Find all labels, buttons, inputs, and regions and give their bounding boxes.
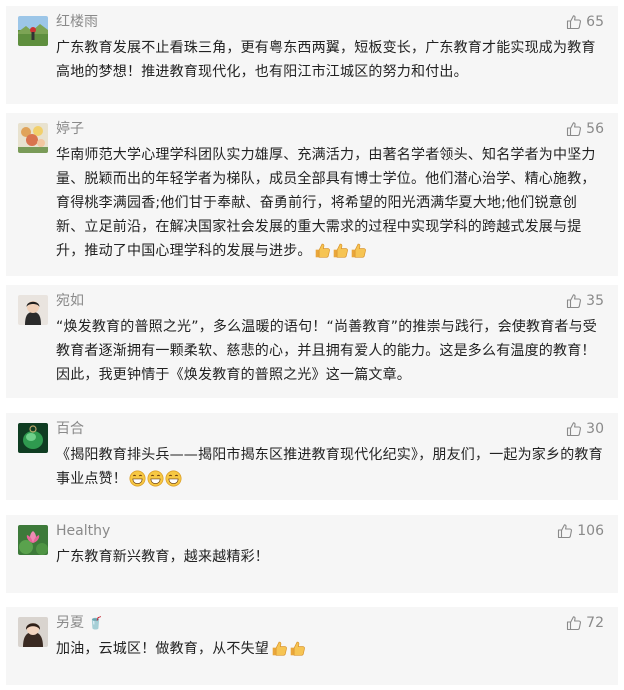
thumbs-up-emoji-icon [351,243,366,258]
thumbs-up-emoji-icon [272,641,287,656]
grin-emoji-icon [165,470,182,487]
avatar[interactable] [18,525,48,555]
like-button[interactable]: 30 [566,420,604,438]
like-count: 56 [586,121,604,137]
comment-card: 另夏 🥤 72 加油，云城区！做教育，从不失望 [6,607,618,685]
portrait-avatar-icon [18,295,48,325]
comment-text: 华南师范大学心理学科团队实力雄厚、充满活力，由著名学者领头、知名学者为中坚力量、… [56,143,604,266]
comment-text: “焕发教育的普照之光”，多么温暖的语句！“尚善教育”的推崇与践行，会使教育者与受… [56,319,598,383]
like-button[interactable]: 56 [566,120,604,138]
like-button[interactable]: 35 [566,292,604,310]
comment-text: 加油，云城区！做教育，从不失望 [56,637,604,664]
nickname-emoji: 🥤 [88,616,103,630]
comment-text: 广东教育新兴教育，越来越精彩！ [56,549,269,565]
avatar[interactable] [18,295,48,325]
like-count: 35 [586,293,604,309]
avatar[interactable] [18,16,48,46]
comment-card: 百合 30 《揭阳教育排头兵——揭阳市揭东区推进教育现代化纪实》，朋友们，一起为… [6,413,618,500]
comment-card: Healthy 106 广东教育新兴教育，越来越精彩！ [6,515,618,593]
flowers-avatar-icon [18,123,48,153]
like-button[interactable]: 106 [557,522,604,540]
avatar[interactable] [18,423,48,453]
comment-card: 宛如 35 “焕发教育的普照之光”，多么温暖的语句！“尚善教育”的推崇与践行，会… [6,285,618,398]
landscape-avatar-icon [18,16,48,46]
thumbs-up-icon [567,616,582,631]
thumbs-up-icon [567,122,582,137]
lotus-avatar-icon [18,525,48,555]
comment-nickname: 婷子 [56,121,84,137]
comment-nickname: 红楼雨 [56,14,98,30]
thumbs-up-icon [567,15,582,30]
avatar[interactable] [18,617,48,647]
like-count: 65 [586,14,604,30]
comment-nickname: Healthy [56,523,111,539]
comment-nickname: 宛如 [56,293,84,309]
comment-nickname: 百合 [56,421,84,437]
grin-emoji-icon [147,470,164,487]
thumbs-up-icon [558,524,573,539]
thumbs-up-icon [567,422,582,437]
comment-card: 婷子 56 华南师范大学心理学科团队实力雄厚、充满活力，由著名学者领头、知名学者… [6,113,618,276]
like-count: 72 [586,615,604,631]
avatar[interactable] [18,123,48,153]
like-button[interactable]: 72 [566,614,604,632]
woman-avatar-icon [18,617,48,647]
like-count: 30 [586,421,604,437]
grin-emoji-icon [129,470,146,487]
emoji-group [271,640,307,664]
comment-nickname: 另夏 🥤 [56,615,103,631]
emoji-group [129,470,183,494]
emoji-group [314,242,368,266]
thumbs-up-emoji-icon [290,641,305,656]
comment-text: 广东教育发展不止看珠三角，更有粤东西两翼，短板变长，广东教育才能实现成为教育高地… [56,40,596,80]
like-button[interactable]: 65 [566,13,604,31]
thumbs-up-icon [567,294,582,309]
jade-avatar-icon [18,423,48,453]
thumbs-up-emoji-icon [315,243,330,258]
comment-card: 红楼雨 65 广东教育发展不止看珠三角，更有粤东西两翼，短板变长，广东教育才能实… [6,6,618,104]
like-count: 106 [577,523,604,539]
comment-text: 《揭阳教育排头兵——揭阳市揭东区推进教育现代化纪实》，朋友们，一起为家乡的教育事… [56,443,604,494]
thumbs-up-emoji-icon [333,243,348,258]
